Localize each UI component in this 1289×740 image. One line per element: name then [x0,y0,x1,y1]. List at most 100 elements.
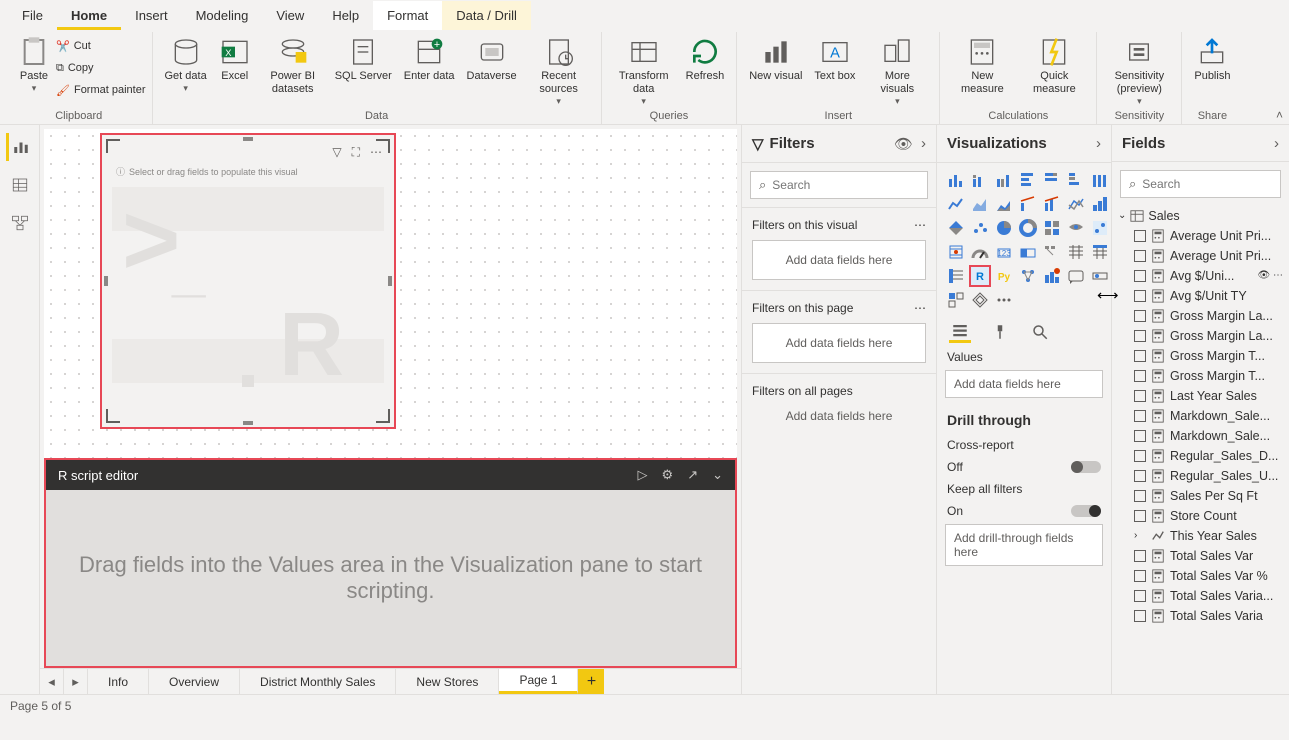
viz-icon-25[interactable] [1041,241,1063,263]
new-measure-button[interactable]: New measure [946,34,1018,98]
menu-help[interactable]: Help [318,1,373,30]
field-item[interactable]: Gross Margin T... [1116,346,1285,366]
run-icon[interactable]: ▷ [638,467,648,483]
cross-report-toggle[interactable] [1071,461,1101,473]
checkbox[interactable] [1134,310,1146,322]
viz-icon-35[interactable] [945,289,967,311]
viz-icon-2[interactable] [993,169,1015,191]
tab-new-stores[interactable]: New Stores [396,669,499,694]
checkbox[interactable] [1134,230,1146,242]
viz-icon-30[interactable]: Py [993,265,1015,287]
focus-icon[interactable]: ⛶ [352,145,360,160]
viz-icon-31[interactable] [1017,265,1039,287]
viz-icon-37[interactable] [993,289,1015,311]
viz-icon-12[interactable] [1065,193,1087,215]
checkbox[interactable] [1134,450,1146,462]
fields-tree[interactable]: ⌄ Sales Average Unit Pri...Average Unit … [1112,206,1289,694]
viz-icon-1[interactable] [969,169,991,191]
field-item[interactable]: Average Unit Pri... [1116,226,1285,246]
viz-icon-20[interactable] [1089,217,1111,239]
viz-icon-5[interactable] [1065,169,1087,191]
viz-icon-15[interactable] [969,217,991,239]
analytics-mode-button[interactable] [1029,321,1051,343]
menu-format[interactable]: Format [373,1,442,30]
viz-icon-0[interactable] [945,169,967,191]
format-mode-button[interactable] [989,321,1011,343]
chevron-right-icon[interactable]: › [921,135,926,153]
viz-icon-34[interactable] [1089,265,1111,287]
pbi-datasets-button[interactable]: Power BI datasets [257,34,329,98]
chevron-right-icon[interactable]: › [1274,135,1279,152]
gear-icon[interactable]: ⚙ [662,467,674,483]
viz-icon-6[interactable] [1089,169,1111,191]
filters-page-well[interactable]: Add data fields here [752,323,926,363]
tab-district[interactable]: District Monthly Sales [240,669,396,694]
menu-data-drill[interactable]: Data / Drill [442,1,531,30]
viz-icon-24[interactable] [1017,241,1039,263]
table-sales[interactable]: ⌄ Sales [1116,206,1285,226]
viz-icon-27[interactable] [1089,241,1111,263]
text-box-button[interactable]: AText box [808,34,861,85]
checkbox[interactable] [1134,290,1146,302]
copy-button[interactable]: ⧉Copy [56,58,146,78]
get-data-button[interactable]: Get data▾ [159,34,213,96]
recent-sources-button[interactable]: Recent sources▾ [523,34,595,109]
checkbox[interactable] [1134,330,1146,342]
chevron-down-icon[interactable]: ⌄ [712,467,723,483]
quick-measure-button[interactable]: Quick measure [1018,34,1090,98]
chevron-right-icon[interactable]: › [1096,135,1101,152]
checkbox[interactable] [1134,510,1146,522]
add-page-button[interactable]: + [578,669,604,694]
field-item[interactable]: Avg $/Unit TY [1116,286,1285,306]
filters-search-input[interactable] [772,178,927,192]
transform-data-button[interactable]: Transform data▾ [608,34,680,109]
checkbox[interactable] [1134,430,1146,442]
viz-icon-26[interactable] [1065,241,1087,263]
viz-icon-33[interactable] [1065,265,1087,287]
dataverse-button[interactable]: Dataverse [461,34,523,85]
field-item[interactable]: Markdown_Sale... [1116,406,1285,426]
viz-icon-4[interactable] [1041,169,1063,191]
checkbox[interactable] [1134,590,1146,602]
more-icon[interactable]: ⋯ [914,218,926,232]
tab-info[interactable]: Info [88,669,149,694]
refresh-button[interactable]: Refresh [680,34,731,85]
tab-overview[interactable]: Overview [149,669,240,694]
field-item[interactable]: Last Year Sales [1116,386,1285,406]
viz-icon-32[interactable] [1041,265,1063,287]
paste-button[interactable]: Paste ▾ [12,34,56,96]
filters-visual-well[interactable]: Add data fields here [752,240,926,280]
field-item[interactable]: Gross Margin La... [1116,306,1285,326]
field-item[interactable]: Average Unit Pri... [1116,246,1285,266]
fields-search[interactable]: ⌕ [1120,170,1281,197]
resize-handle[interactable] [388,276,392,286]
field-item[interactable]: Total Sales Varia [1116,606,1285,626]
excel-button[interactable]: XExcel [213,34,257,85]
tab-page1[interactable]: Page 1 [499,669,578,694]
viz-icon-9[interactable] [993,193,1015,215]
popout-icon[interactable]: ↗ [687,467,698,483]
more-icon[interactable]: ⋯ [370,145,382,160]
field-item[interactable]: Gross Margin La... [1116,326,1285,346]
checkbox[interactable] [1134,490,1146,502]
viz-icon-3[interactable] [1017,169,1039,191]
menu-file[interactable]: File [8,1,57,30]
filters-all-well[interactable]: Add data fields here [752,406,926,426]
field-item[interactable]: Total Sales Var % [1116,566,1285,586]
tabs-prev-button[interactable]: ◂ [40,669,64,694]
viz-r-script-visual[interactable]: R [969,265,991,287]
format-painter-button[interactable]: 🖌Format painter [56,80,146,100]
checkbox[interactable] [1134,270,1146,282]
menu-insert[interactable]: Insert [121,1,182,30]
data-view-button[interactable] [6,171,34,199]
resize-handle[interactable] [104,276,108,286]
new-visual-button[interactable]: New visual [743,34,808,85]
keep-filters-toggle[interactable] [1071,505,1101,517]
field-item[interactable]: ›This Year Sales [1116,526,1285,546]
checkbox[interactable] [1134,470,1146,482]
field-item[interactable]: Total Sales Varia... [1116,586,1285,606]
viz-icon-18[interactable] [1041,217,1063,239]
field-item[interactable]: Markdown_Sale... [1116,426,1285,446]
field-item[interactable]: Sales Per Sq Ft [1116,486,1285,506]
model-view-button[interactable] [6,209,34,237]
